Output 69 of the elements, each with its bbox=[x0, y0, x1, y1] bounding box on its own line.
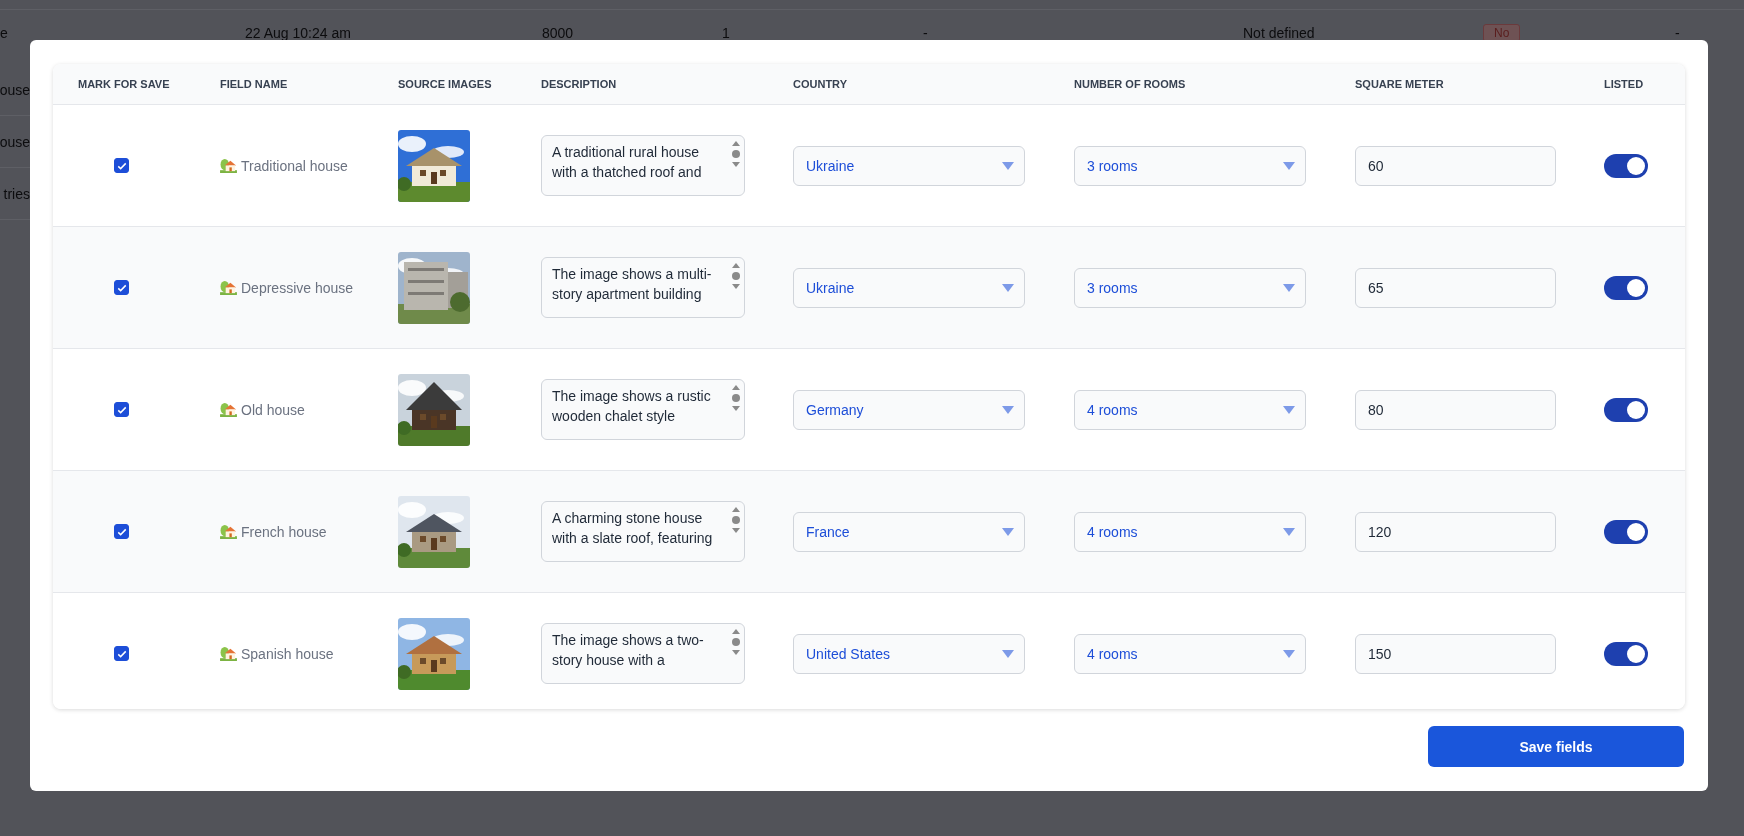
column-header: LISTED bbox=[1604, 78, 1644, 90]
square-meter-field[interactable]: 120 bbox=[1355, 511, 1556, 552]
rooms-select[interactable]: 4 rooms bbox=[1074, 633, 1306, 674]
country-select[interactable]: Germany bbox=[793, 389, 1025, 430]
column-header: SQUARE METER bbox=[1355, 78, 1444, 90]
toggle-switch[interactable] bbox=[1604, 153, 1648, 178]
column-header: SOURCE IMAGES bbox=[398, 78, 492, 90]
caret-icon bbox=[1002, 283, 1014, 292]
field-name: Depressive house bbox=[241, 279, 354, 296]
checkbox[interactable] bbox=[114, 280, 129, 295]
column-header: DESCRIPTION bbox=[541, 78, 617, 90]
table-cell: - bbox=[923, 25, 928, 41]
country-select[interactable]: Ukraine bbox=[793, 145, 1025, 186]
field-name: Old house bbox=[241, 401, 305, 418]
toggle-switch[interactable] bbox=[1604, 641, 1648, 666]
column-header: MARK FOR SAVE bbox=[78, 78, 170, 90]
caret-icon bbox=[1283, 527, 1295, 536]
house-icon bbox=[220, 402, 237, 417]
checkbox[interactable] bbox=[114, 524, 129, 539]
table-cell: e bbox=[0, 25, 8, 41]
table-cell: tries bbox=[3, 185, 30, 202]
caret-icon bbox=[1283, 161, 1295, 170]
table-cell: ouse bbox=[0, 81, 30, 98]
description-field[interactable]: A charming stone house with a slate roof, featuring bbox=[541, 501, 745, 562]
table-cell: 8000 bbox=[542, 25, 574, 41]
square-meter-field[interactable]: 60 bbox=[1355, 145, 1556, 186]
field-name: Spanish house bbox=[241, 645, 334, 662]
country-select[interactable]: Ukraine bbox=[793, 267, 1025, 308]
house-icon bbox=[220, 524, 237, 539]
column-header: COUNTRY bbox=[793, 78, 847, 90]
checkbox[interactable] bbox=[114, 646, 129, 661]
table-cell: Not defined bbox=[1243, 25, 1315, 41]
column-header: NUMBER OF ROOMS bbox=[1074, 78, 1186, 90]
table-cell: 22 Aug 10:24 am bbox=[245, 25, 351, 41]
caret-icon bbox=[1283, 649, 1295, 658]
description-field[interactable]: A traditional rural house with a thatched roof and bbox=[541, 135, 745, 196]
checkbox[interactable] bbox=[114, 402, 129, 417]
house-icon bbox=[220, 646, 237, 661]
country-select[interactable]: France bbox=[793, 511, 1025, 552]
checkbox[interactable] bbox=[114, 158, 129, 173]
table-cell: 1 bbox=[722, 25, 730, 41]
caret-icon bbox=[1283, 283, 1295, 292]
house-icon bbox=[220, 280, 237, 295]
table-cell: ouse bbox=[0, 133, 30, 150]
caret-icon bbox=[1283, 405, 1295, 414]
column-header: FIELD NAME bbox=[220, 78, 288, 90]
description-field[interactable]: The image shows a two-story house with a bbox=[541, 623, 745, 684]
caret-icon bbox=[1002, 405, 1014, 414]
rooms-select[interactable]: 4 rooms bbox=[1074, 511, 1306, 552]
rooms-select[interactable]: 3 rooms bbox=[1074, 145, 1306, 186]
description-field[interactable]: The image shows a rustic wooden chalet style bbox=[541, 379, 745, 440]
caret-icon bbox=[1002, 527, 1014, 536]
square-meter-field[interactable]: 150 bbox=[1355, 633, 1556, 674]
field-name: Traditional house bbox=[241, 157, 348, 174]
country-select[interactable]: United States bbox=[793, 633, 1025, 674]
description-field[interactable]: The image shows a multi-story apartment building bbox=[541, 257, 745, 318]
caret-icon bbox=[1002, 161, 1014, 170]
rooms-select[interactable]: 3 rooms bbox=[1074, 267, 1306, 308]
save-button[interactable]: Save fields bbox=[1428, 726, 1684, 767]
toggle-switch[interactable] bbox=[1604, 397, 1648, 422]
square-meter-field[interactable]: 80 bbox=[1355, 389, 1556, 430]
caret-icon bbox=[1002, 649, 1014, 658]
house-icon bbox=[220, 158, 237, 173]
rooms-select[interactable]: 4 rooms bbox=[1074, 389, 1306, 430]
toggle-switch[interactable] bbox=[1604, 519, 1648, 544]
table-cell: - bbox=[1675, 25, 1680, 41]
toggle-switch[interactable] bbox=[1604, 275, 1648, 300]
square-meter-field[interactable]: 65 bbox=[1355, 267, 1556, 308]
field-name: French house bbox=[241, 523, 327, 540]
